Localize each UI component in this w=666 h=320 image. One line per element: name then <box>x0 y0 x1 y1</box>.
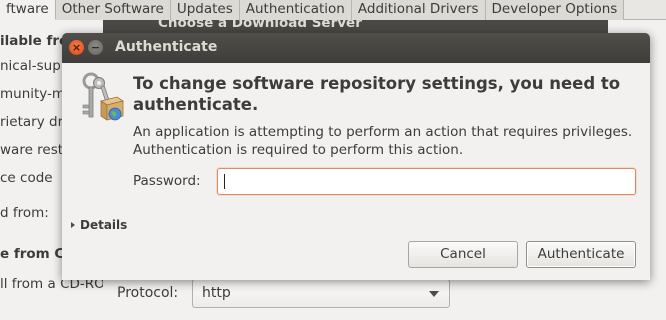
dialog-titlebar: × − Authenticate <box>62 33 650 63</box>
checkbox-canonical-label[interactable]: nical-sup <box>0 58 61 74</box>
protocol-select[interactable]: http <box>192 279 450 308</box>
dialog-heading: To change software repository settings, … <box>133 74 621 114</box>
dialog-title: Authenticate <box>115 39 218 55</box>
details-expander[interactable]: Details <box>71 218 127 232</box>
minimize-button[interactable]: − <box>88 40 103 55</box>
cancel-button[interactable]: Cancel <box>408 241 518 268</box>
tab-authentication[interactable]: Authentication <box>239 0 352 20</box>
checkbox-source-code-label[interactable]: ce code <box>0 170 53 186</box>
checkbox-proprietary-label[interactable]: rietary dr <box>0 114 63 130</box>
section-heading-cdrom: e from C <box>0 246 65 262</box>
server-dialog-title: Choose a Download Server <box>158 20 362 31</box>
close-icon: × <box>71 41 82 54</box>
text-caret <box>224 174 225 189</box>
password-label: Password: <box>133 173 201 189</box>
minimize-icon: − <box>90 41 101 54</box>
server-dialog-titlebar: Choose a Download Server <box>103 20 608 34</box>
tab-ubuntu-software[interactable]: ftware <box>0 0 56 20</box>
tab-developer-options[interactable]: Developer Options <box>485 0 625 20</box>
details-label: Details <box>80 218 128 232</box>
tab-updates[interactable]: Updates <box>170 0 240 20</box>
download-from-label: d from: <box>0 205 49 221</box>
tab-other-software[interactable]: Other Software <box>55 0 171 20</box>
password-field[interactable] <box>217 168 636 195</box>
chevron-down-icon <box>429 291 439 297</box>
checkbox-restricted-label[interactable]: ware restr <box>0 142 69 158</box>
authenticate-dialog: × − Authenticate To change software repo… <box>62 33 650 280</box>
close-button[interactable]: × <box>69 40 84 55</box>
expander-arrow-icon <box>71 222 75 228</box>
checkbox-community-label[interactable]: munity-m <box>0 86 65 102</box>
tab-bar: ftware Other Software Updates Authentica… <box>0 0 666 20</box>
protocol-select-value: http <box>202 285 231 301</box>
keys-icon <box>82 72 124 121</box>
authenticate-button[interactable]: Authenticate <box>526 241 636 268</box>
dialog-description: An application is attempting to perform … <box>133 124 633 158</box>
tab-additional-drivers[interactable]: Additional Drivers <box>351 0 486 20</box>
protocol-label: Protocol: <box>117 285 179 301</box>
